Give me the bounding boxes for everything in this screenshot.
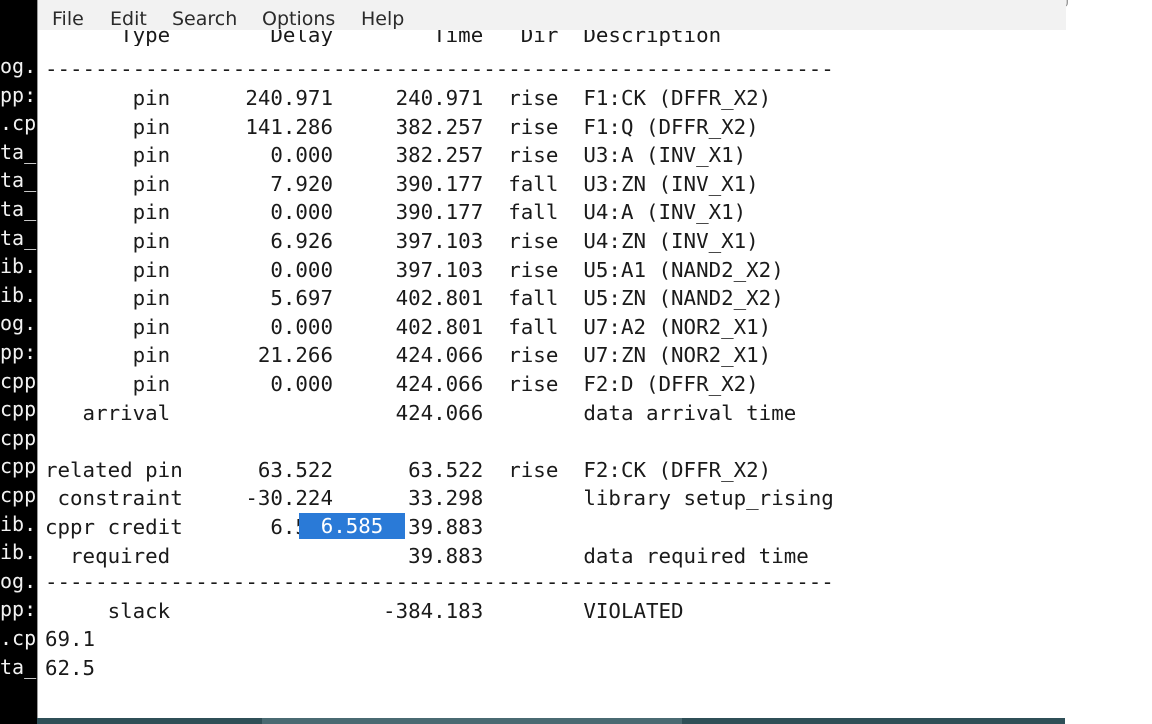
background-terminal-line: ta_ xyxy=(0,139,37,164)
report-row: pin 21.266 424.066 rise U7:ZN (NOR2_X1) xyxy=(45,343,772,368)
background-terminal-line: ib. xyxy=(0,254,37,279)
background-terminal-line: pp: xyxy=(0,82,37,107)
background-terminal-line: ta_ xyxy=(0,225,37,250)
report-row: pin 7.920 390.177 fall U3:ZN (INV_X1) xyxy=(45,171,759,196)
background-terminal-line: pp: xyxy=(0,597,37,622)
background-terminal-line: og. xyxy=(0,311,37,336)
background-terminal-line: og. xyxy=(0,54,37,78)
report-row: pin 0.000 424.066 rise F2:D (DFFR_X2) xyxy=(45,372,759,396)
background-terminal-line: .cp xyxy=(0,111,37,136)
report-row: pin 0.000 390.177 fall U4:A (INV_X1) xyxy=(45,200,747,225)
background-terminal-line: og. xyxy=(0,568,37,593)
report-row: pin 141.286 382.257 rise F1:Q (DFFR_X2) xyxy=(45,114,759,139)
column-header: Type Delay Time Dir Description xyxy=(45,30,722,46)
menu-search[interactable]: Search xyxy=(172,8,237,30)
background-terminal-line: ta_ xyxy=(0,197,37,221)
background-terminal-line: cpp xyxy=(0,454,37,479)
report-text-area[interactable]: Type Delay Time Dir Description --------… xyxy=(38,30,1066,714)
separator-line-2: ----------------------------------------… xyxy=(45,570,834,594)
taskbar-strip xyxy=(37,718,1065,724)
menu-options[interactable]: Options xyxy=(262,8,335,30)
report-row: related pin 63.522 63.522 rise F2:CK (DF… xyxy=(45,457,772,482)
background-terminal-line: ta_ xyxy=(0,654,37,679)
background-terminal-line: ib. xyxy=(0,511,37,536)
report-row: arrival 424.066 data arrival time xyxy=(45,400,797,425)
background-terminal-line: pp: xyxy=(0,340,37,364)
background-terminal-line: .cp xyxy=(0,626,37,650)
background-terminal-line: ta_ xyxy=(0,168,37,193)
report-row: constraint -30.224 33.298 library setup_… xyxy=(45,486,834,511)
menu-file[interactable]: File xyxy=(52,8,84,30)
report-row: required 39.883 data required time xyxy=(45,543,809,568)
extra-line-1: 69.1 xyxy=(45,627,96,651)
report-row: pin 240.971 240.971 rise F1:CK (DFFR_X2) xyxy=(45,86,772,110)
slack-row: slack -384.183 VIOLATED xyxy=(45,599,684,623)
background-terminal-line: cpp xyxy=(0,425,37,450)
taskbar-segment xyxy=(262,718,682,724)
menu-help[interactable]: Help xyxy=(361,8,404,30)
separator-line: ----------------------------------------… xyxy=(45,57,834,81)
extra-line-2: 62.5 xyxy=(45,656,96,680)
report-row: pin 6.926 397.103 rise U4:ZN (INV_X1) xyxy=(45,229,759,253)
background-terminal-line: ib. xyxy=(0,282,37,307)
report-row: pin 0.000 382.257 rise U3:A (INV_X1) xyxy=(45,143,747,168)
background-terminal: og. pp: .cp ta_ ta_ ta_ ta_ ib. ib. og. pp: cpp cpp c… xyxy=(0,0,40,724)
report-row: pin 5.697 402.801 fall U5:ZN (NAND2_X2) xyxy=(45,286,784,311)
background-terminal-line: cpp xyxy=(0,483,37,507)
text-selection-highlight: 6.585 xyxy=(299,513,405,539)
background-terminal-line: cpp xyxy=(0,397,37,422)
background-terminal-line: ib. xyxy=(0,540,37,565)
report-row: pin 0.000 402.801 fall U7:A2 (NOR2_X1) xyxy=(45,314,772,339)
background-terminal-line: cpp xyxy=(0,368,37,393)
text-viewer-window: File Edit Search Options Help Type Delay… xyxy=(37,0,1068,719)
report-row: pin 0.000 397.103 rise U5:A1 (NAND2_X2) xyxy=(45,257,784,282)
report-row: cppr credit 6.585 39.883 xyxy=(45,515,484,539)
menu-edit[interactable]: Edit xyxy=(110,8,147,30)
menubar: File Edit Search Options Help xyxy=(38,0,1066,30)
